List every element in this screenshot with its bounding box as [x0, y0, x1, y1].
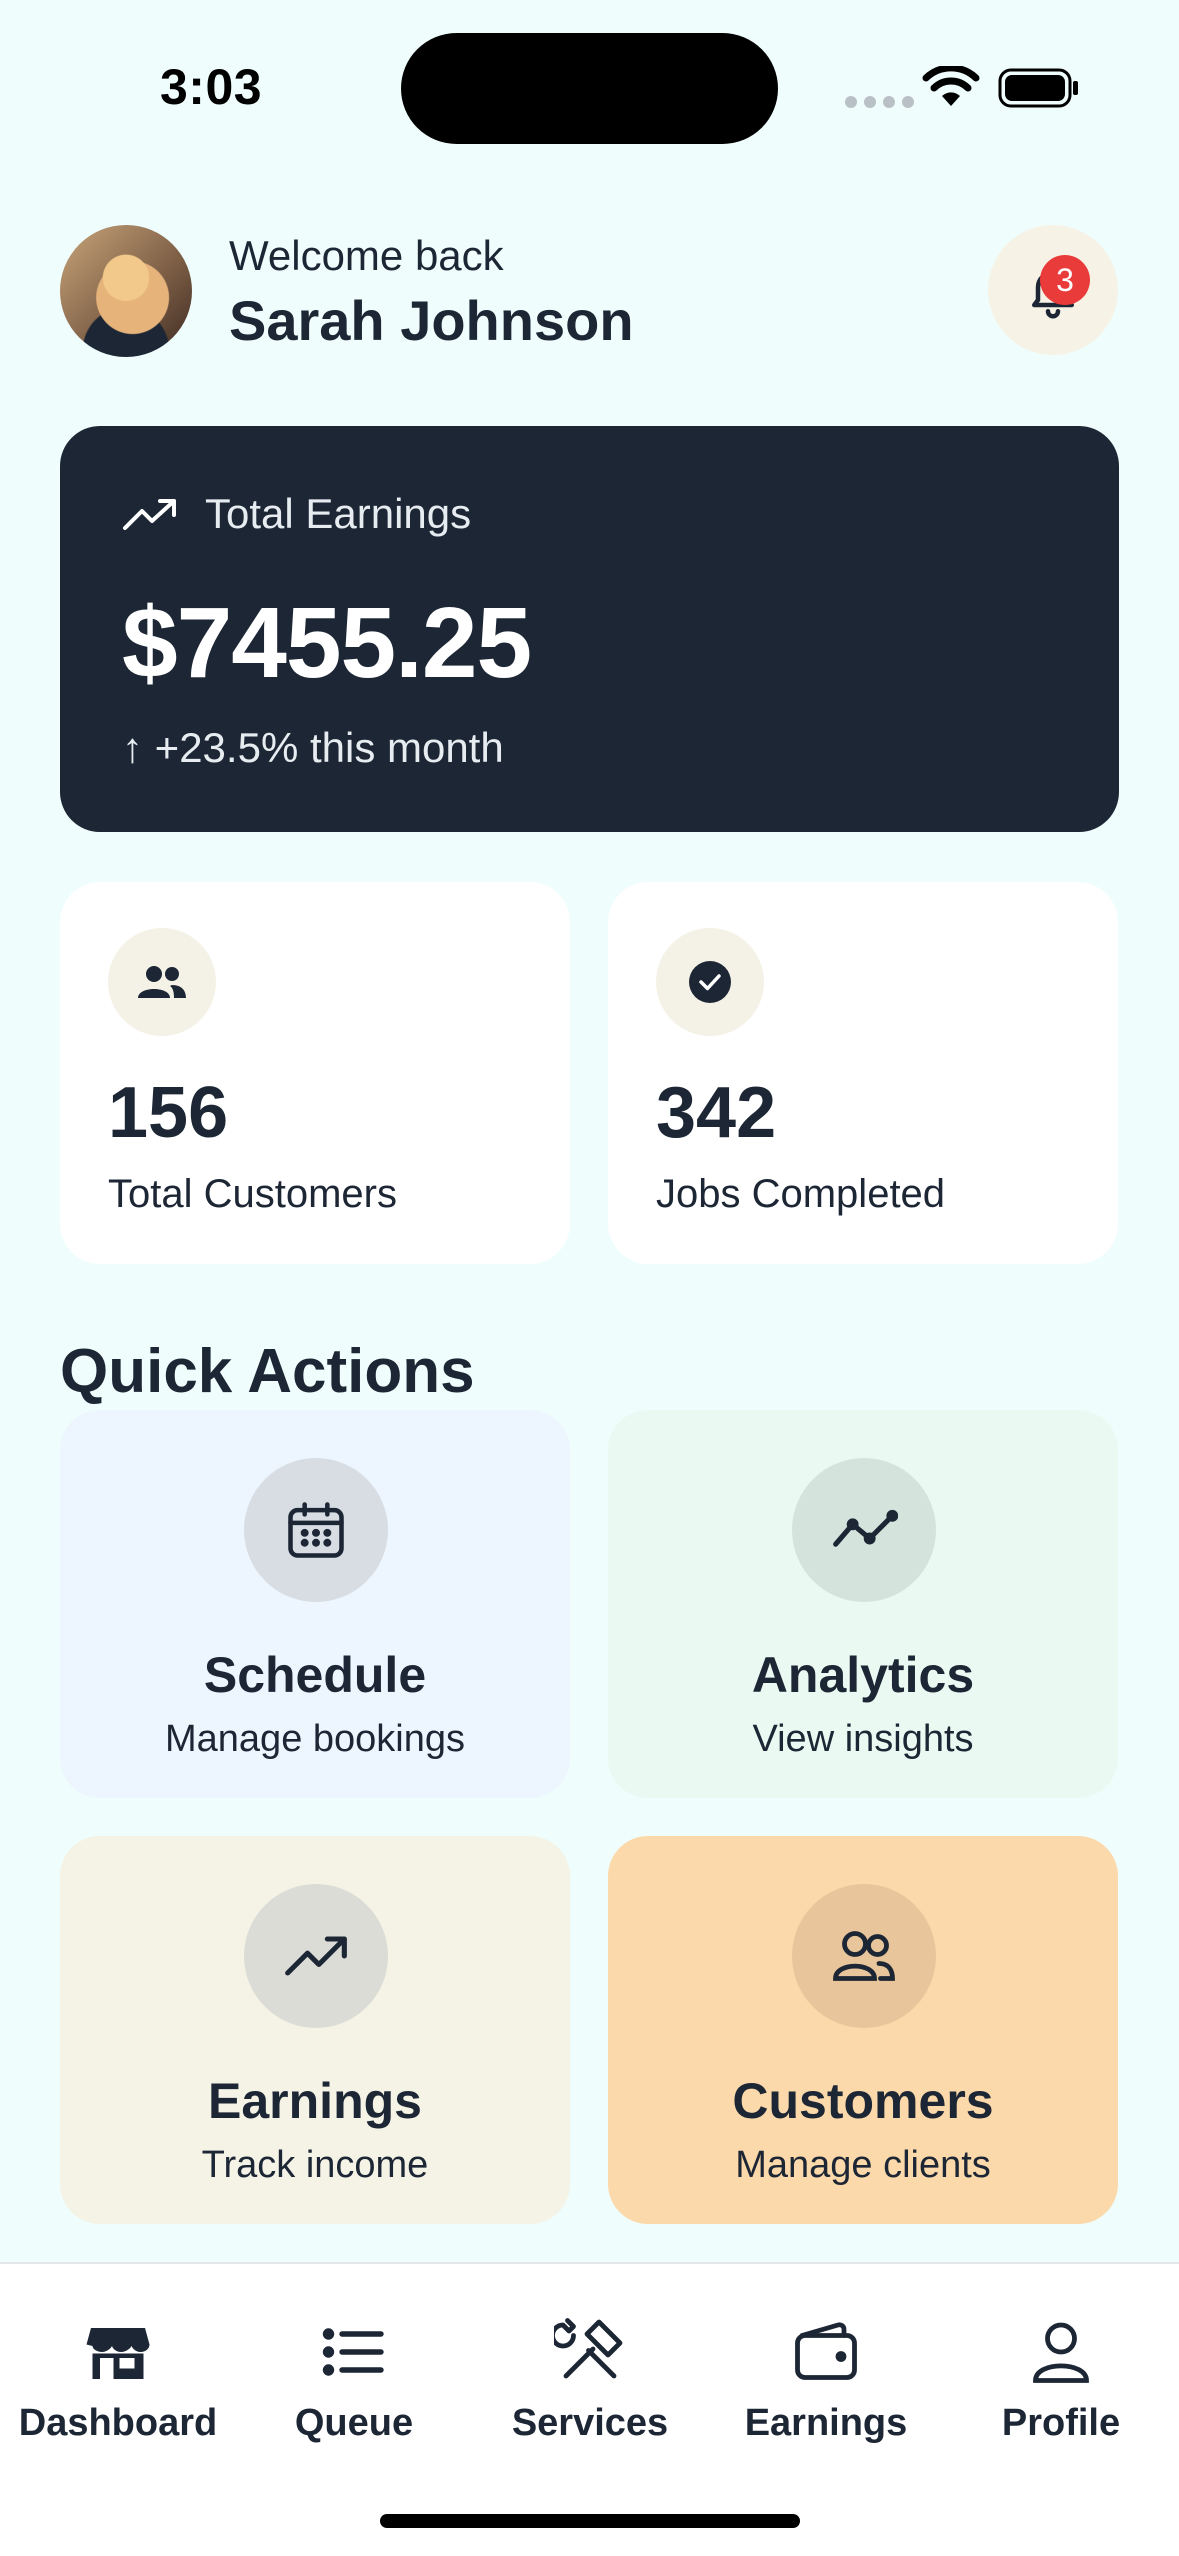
quick-actions-heading: Quick Actions [60, 1337, 475, 1406]
stat-icon-container [108, 928, 216, 1036]
tab-label: Services [511, 2402, 669, 2444]
analytics-action[interactable]: Analytics View insights [608, 1410, 1118, 1798]
tools-icon [554, 2318, 623, 2379]
action-subtitle: Manage bookings [165, 1718, 465, 1760]
tab-label: Dashboard [18, 2402, 218, 2444]
customers-action[interactable]: Customers Manage clients [608, 1836, 1118, 2224]
battery-icon [998, 68, 1078, 108]
stat-label: Jobs Completed [656, 1172, 946, 1216]
action-title: Earnings [208, 2073, 422, 2129]
tab-dashboard[interactable]: Dashboard [0, 2264, 236, 2464]
earnings-amount: $7455.25 [122, 587, 532, 699]
total-earnings-card[interactable]: Total Earnings $7455.25 ↑ +23.5% this mo… [60, 426, 1119, 832]
tab-profile[interactable]: Profile [943, 2264, 1179, 2464]
trend-up-icon [123, 499, 176, 530]
stat-value: 156 [108, 1073, 229, 1153]
action-icon-container [244, 1458, 388, 1602]
stat-label: Total Customers [108, 1172, 397, 1216]
calendar-icon [288, 1502, 344, 1558]
action-icon-container [792, 1458, 936, 1602]
cellular-signal-icon [845, 96, 914, 108]
tab-queue[interactable]: Queue [236, 2264, 472, 2464]
tab-label: Earnings [744, 2402, 908, 2444]
action-title: Analytics [751, 1647, 975, 1703]
dynamic-island [401, 33, 778, 144]
action-subtitle: Manage clients [735, 2144, 991, 2186]
total-customers-card[interactable]: 156 Total Customers [60, 882, 570, 1264]
schedule-action[interactable]: Schedule Manage bookings [60, 1410, 570, 1798]
tab-label: Profile [1001, 2402, 1121, 2444]
action-icon-container [792, 1884, 936, 2028]
app-screen: 3:03 Welcome back Sarah Johnson 3 Total … [0, 0, 1179, 2556]
jobs-completed-card[interactable]: 342 Jobs Completed [608, 882, 1118, 1264]
home-indicator[interactable] [380, 2514, 800, 2528]
users-icon [833, 1931, 895, 1981]
tab-services[interactable]: Services [472, 2264, 708, 2464]
store-icon [86, 2328, 150, 2379]
stat-icon-container [656, 928, 764, 1036]
notification-badge: 3 [1040, 255, 1090, 305]
user-name: Sarah Johnson [229, 289, 634, 352]
wifi-icon [922, 66, 980, 106]
earnings-change: ↑ +23.5% this month [122, 724, 504, 771]
stat-value: 342 [656, 1073, 777, 1153]
welcome-text: Welcome back [229, 232, 504, 279]
tab-bar: Dashboard Queue Services Earnings Profil… [0, 2262, 1179, 2556]
action-subtitle: Track income [201, 2144, 429, 2186]
tab-label: Queue [294, 2402, 414, 2444]
earnings-label: Total Earnings [205, 490, 472, 537]
wallet-icon [795, 2322, 857, 2380]
line-chart-icon [833, 1509, 898, 1547]
earnings-action[interactable]: Earnings Track income [60, 1836, 570, 2224]
check-circle-icon [689, 961, 731, 1003]
tab-earnings[interactable]: Earnings [708, 2264, 944, 2464]
action-title: Schedule [203, 1647, 427, 1703]
action-icon-container [244, 1884, 388, 2028]
action-subtitle: View insights [752, 1718, 974, 1760]
users-icon [138, 966, 186, 998]
action-title: Customers [732, 2073, 994, 2129]
person-icon [1033, 2322, 1089, 2383]
avatar[interactable] [60, 225, 192, 357]
list-icon [322, 2328, 384, 2376]
trend-up-icon [285, 1936, 347, 1976]
status-time: 3:03 [160, 59, 263, 115]
